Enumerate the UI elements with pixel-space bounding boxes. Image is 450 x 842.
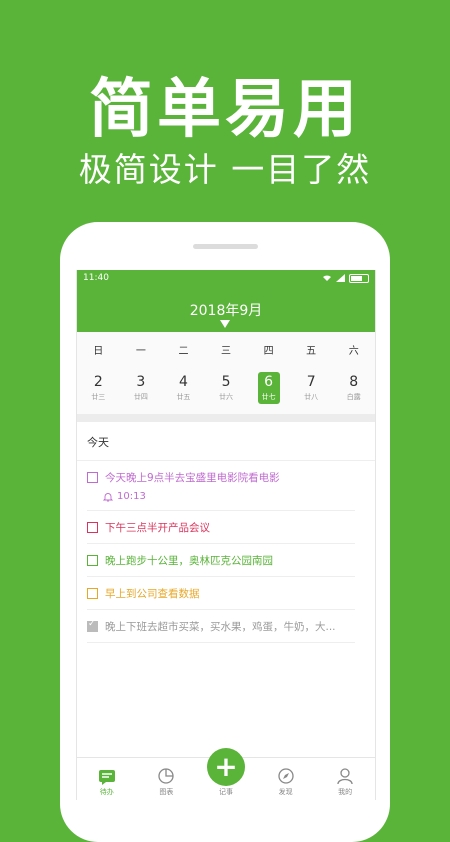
- reminder-time: 10:13: [117, 491, 146, 502]
- weekday-label: 五: [306, 345, 317, 357]
- task-reminder: 10:13: [87, 491, 355, 502]
- weekday-label: 六: [348, 345, 359, 357]
- task-list: 今天晚上9点半去宝盛里电影院看电影 10:13 下午三点半开产品会议晚上跑步十公里，…: [77, 461, 375, 643]
- task-item[interactable]: 今天晚上9点半去宝盛里电影院看电影 10:13: [87, 461, 355, 511]
- caret-down-icon[interactable]: [220, 320, 230, 328]
- app-header: 11:40 2018年9月: [77, 270, 375, 332]
- task-title: 早上到公司查看数据: [105, 588, 200, 600]
- month-title[interactable]: 2018年9月: [77, 300, 375, 320]
- promo-headline: 简单易用: [89, 73, 361, 147]
- calendar-day[interactable]: 2 廿三: [77, 366, 120, 410]
- calendar-day[interactable]: 5 廿六: [205, 366, 248, 410]
- task-checkbox[interactable]: [87, 555, 98, 566]
- todo-icon: [98, 770, 115, 785]
- weekday-header: 日 一 二 三 四 五 六: [77, 332, 375, 366]
- promo-subline: 极简设计 一目了然: [78, 150, 372, 189]
- tab-todo[interactable]: 待办: [77, 758, 137, 800]
- task-item[interactable]: 下午三点半开产品会议: [87, 511, 355, 544]
- bell-icon: [103, 492, 113, 502]
- task-item[interactable]: 晚上跑步十公里，奥林匹克公园南园: [87, 544, 355, 577]
- weekday-label: 三: [221, 345, 232, 357]
- calendar-day[interactable]: 7 廿八: [290, 366, 333, 410]
- weekday-label: 四: [263, 345, 274, 357]
- plus-icon: +: [214, 750, 238, 783]
- add-note-button[interactable]: +: [207, 748, 245, 786]
- user-icon: [337, 768, 353, 785]
- task-title: 今天晚上9点半去宝盛里电影院看电影: [105, 472, 280, 484]
- app-screen: 11:40 2018年9月 日 一 二 三 四 五 六 2 廿三 3 廿四 4 廿五 …: [76, 270, 376, 800]
- calendar-day-selected[interactable]: 6 廿七: [247, 366, 290, 410]
- weekday-label: 日: [93, 345, 104, 357]
- calendar-day[interactable]: 8 白露: [332, 366, 375, 410]
- status-time: 11:40: [83, 273, 109, 283]
- task-title: 下午三点半开产品会议: [105, 522, 210, 534]
- task-checkbox[interactable]: [87, 619, 98, 632]
- chart-icon: [158, 768, 175, 784]
- task-checkbox[interactable]: [87, 472, 98, 483]
- task-checkbox[interactable]: [87, 588, 98, 599]
- weekday-label: 一: [135, 345, 146, 357]
- phone-speaker: [193, 244, 258, 249]
- task-checkbox[interactable]: [87, 522, 98, 533]
- tab-me[interactable]: 我的: [315, 758, 375, 800]
- wifi-icon: [323, 275, 331, 281]
- task-item[interactable]: 晚上下班去超市买菜，买水果，鸡蛋，牛奶，大...: [87, 610, 355, 643]
- status-bar: 11:40: [77, 270, 375, 286]
- tab-discover[interactable]: 发现: [256, 758, 316, 800]
- week-days: 2 廿三 3 廿四 4 廿五 5 廿六 6 廿七 7 廿八 8 白露: [77, 366, 375, 414]
- task-title: 晚上下班去超市买菜，买水果，鸡蛋，牛奶，大...: [105, 621, 336, 633]
- calendar-day[interactable]: 3 廿四: [120, 366, 163, 410]
- calendar-day[interactable]: 4 廿五: [162, 366, 205, 410]
- tab-chart[interactable]: 图表: [137, 758, 197, 800]
- section-title: 今天: [77, 422, 375, 461]
- signal-icon: [336, 274, 345, 282]
- task-title: 晚上跑步十公里，奥林匹克公园南园: [105, 555, 273, 567]
- section-divider: [77, 414, 375, 422]
- weekday-label: 二: [178, 345, 189, 357]
- battery-icon: [349, 273, 369, 283]
- compass-icon: [277, 768, 294, 784]
- task-item[interactable]: 早上到公司查看数据: [87, 577, 355, 610]
